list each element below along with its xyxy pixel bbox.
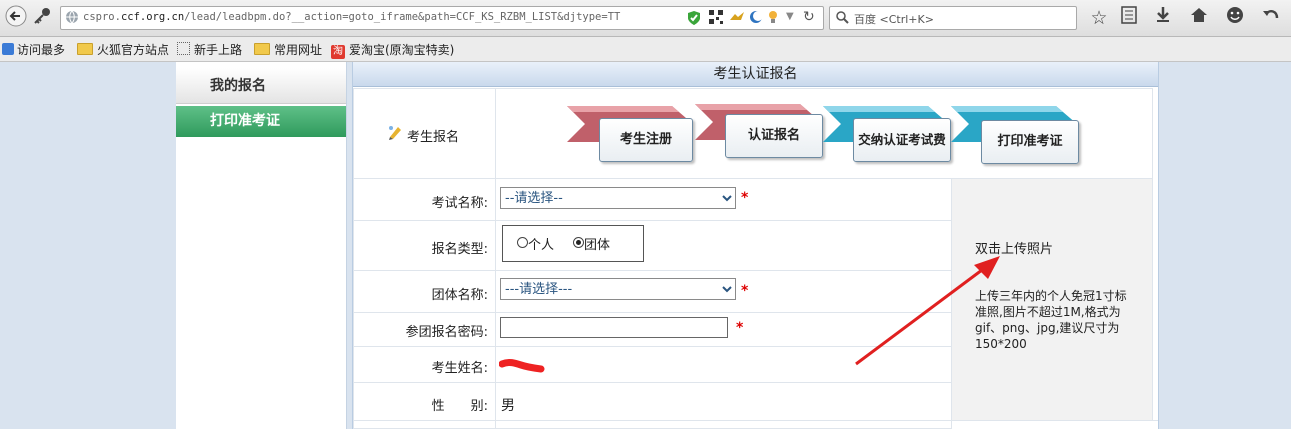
gender-label: 性 别: <box>431 399 488 414</box>
step-certification: 认证报名 <box>725 114 823 158</box>
search-icon <box>835 10 849 28</box>
url-path: /lead/leadbpm.do?__action=goto_iframe&pa… <box>184 11 621 23</box>
bookmark-most-visited[interactable]: 访问最多 <box>2 41 65 57</box>
group-password-input[interactable] <box>500 317 728 338</box>
url-bar[interactable]: cspro.ccf.org.cn/lead/leadbpm.do?__actio… <box>60 6 824 30</box>
folder-icon <box>254 43 270 55</box>
star-icon[interactable]: ☆ <box>1087 6 1111 30</box>
nav-item-my-registration[interactable]: 我的报名 <box>176 68 346 104</box>
form-label-column <box>353 178 496 429</box>
gender-value: 男 <box>501 398 515 414</box>
bookmark-label: 火狐官方站点 <box>97 43 170 57</box>
bookmark-label: 新手上路 <box>194 43 243 57</box>
moon-icon[interactable] <box>749 10 763 28</box>
url-host-prefix: cspro. <box>83 11 121 23</box>
panel-title: 考生认证报名 <box>353 62 1158 87</box>
home-icon[interactable] <box>1187 6 1211 30</box>
qrcode-icon[interactable] <box>709 10 723 28</box>
search-bar[interactable]: 百度 <Ctrl+K> <box>829 6 1077 30</box>
smiley-icon[interactable] <box>1223 6 1247 30</box>
download-icon[interactable] <box>1151 6 1175 30</box>
back-button[interactable] <box>4 5 28 29</box>
bookmark-ai-taobao[interactable]: 淘爱淘宝(原淘宝特卖) <box>331 41 455 59</box>
reg-type-group: 个人 团体 <box>502 225 644 262</box>
steps-label: 考生报名 <box>407 130 460 145</box>
exam-name-select[interactable]: --请选择-- <box>500 187 736 209</box>
pencil-icon <box>387 124 403 144</box>
reg-type-label: 报名类型: <box>431 242 488 257</box>
bookmark-label: 爱淘宝(原淘宝特卖) <box>349 43 455 57</box>
globe-icon <box>65 10 79 28</box>
nav-label: 我的报名 <box>210 78 266 94</box>
url-text: cspro.ccf.org.cn/lead/leadbpm.do?__actio… <box>83 11 620 23</box>
bookmark-firefox-site[interactable]: 火狐官方站点 <box>77 41 169 57</box>
step-pay-fee: 交纳认证考试费 <box>853 118 951 162</box>
step-label: 交纳认证考试费 <box>858 132 946 147</box>
reload-icon[interactable]: ↻ <box>803 9 815 25</box>
required-mark: * <box>741 190 749 206</box>
radio-label: 团体 <box>584 238 611 253</box>
required-mark: * <box>741 283 749 299</box>
browser-toolbar: cspro.ccf.org.cn/lead/leadbpm.do?__actio… <box>0 0 1291 37</box>
radio-icon[interactable] <box>517 237 528 248</box>
taobao-icon: 淘 <box>331 45 345 59</box>
required-mark: * <box>736 320 744 336</box>
radio-group[interactable]: 团体 <box>573 234 610 253</box>
shield-icon[interactable] <box>687 10 701 30</box>
bookmarks-bar: 访问最多 火狐官方站点 新手上路 常用网址 淘爱淘宝(原淘宝特卖) <box>0 37 1291 62</box>
reading-list-icon[interactable] <box>1117 6 1141 30</box>
radio-individual[interactable]: 个人 <box>517 234 554 253</box>
undo-icon[interactable] <box>1259 6 1283 30</box>
group-name-label: 团体名称: <box>431 288 488 303</box>
step-label: 打印准考证 <box>997 134 1063 149</box>
candidate-name-label: 考生姓名: <box>431 361 488 376</box>
redacted-name-mark <box>499 358 545 373</box>
step-register: 考生注册 <box>599 118 693 162</box>
group-password-label: 参团报名密码: <box>405 325 488 340</box>
bookmark-common-sites[interactable]: 常用网址 <box>254 41 322 57</box>
bookmark-getting-started[interactable]: 新手上路 <box>177 41 242 57</box>
step-label: 认证报名 <box>747 128 800 143</box>
radio-selected-icon[interactable] <box>573 237 584 248</box>
nav-label: 打印准考证 <box>210 113 280 129</box>
step-print: 打印准考证 <box>981 120 1079 164</box>
exam-name-label: 考试名称: <box>431 196 488 211</box>
registration-panel: 考生认证报名 考生报名 考生注册 认证报名 交纳认证考试费 打印准考证 考试名称… <box>352 62 1159 429</box>
radio-label: 个人 <box>528 238 555 253</box>
bookmark-label: 访问最多 <box>17 43 66 57</box>
identity-key-icon[interactable] <box>30 5 54 29</box>
url-host: ccf.org.cn <box>120 11 185 23</box>
search-icon <box>2 43 14 55</box>
step-label: 考生注册 <box>619 132 672 147</box>
annotation-arrow <box>855 256 1000 366</box>
fox-icon[interactable] <box>729 10 745 28</box>
group-name-select[interactable]: ---请选择--- <box>500 278 736 300</box>
left-nav: 我的报名 打印准考证 <box>176 62 347 429</box>
bookmark-label: 常用网址 <box>274 43 323 57</box>
nav-item-print-admission[interactable]: 打印准考证 <box>176 106 346 137</box>
search-placeholder: 百度 <Ctrl+K> <box>854 13 934 26</box>
bulb-icon[interactable] <box>767 10 779 28</box>
dotted-page-icon <box>177 42 190 55</box>
back-arrow-icon <box>5 5 27 27</box>
folder-icon <box>77 43 93 55</box>
dropdown-arrow-icon[interactable]: ▼ <box>786 11 794 22</box>
